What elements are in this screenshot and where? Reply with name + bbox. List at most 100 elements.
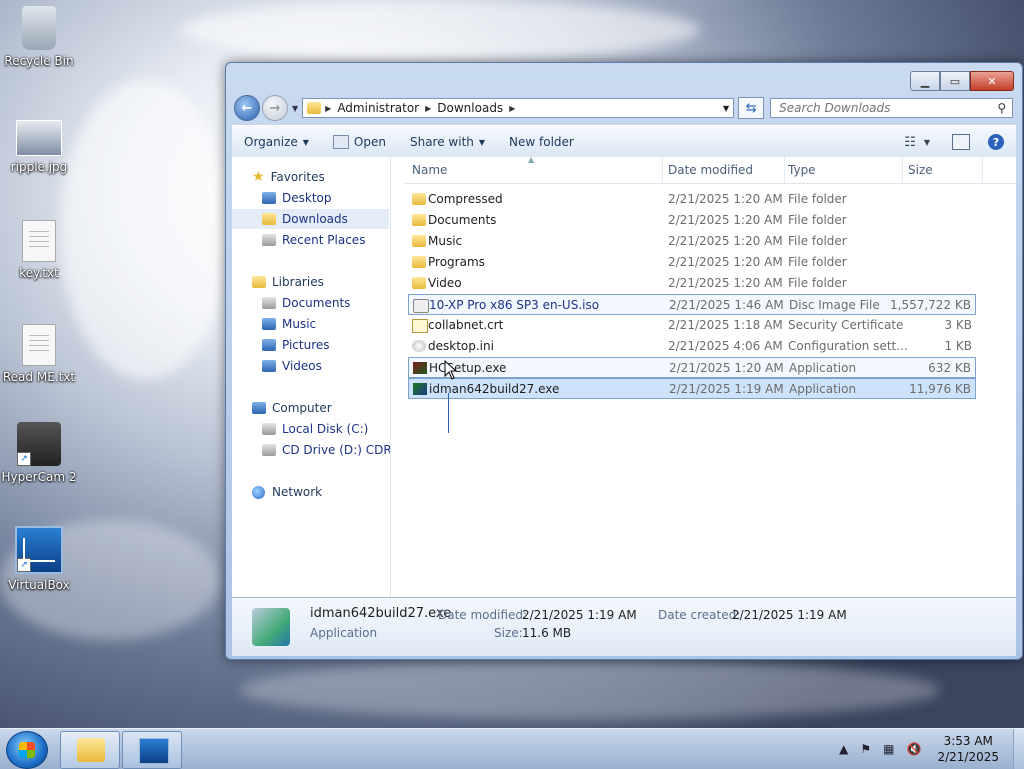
nav-cd-drive[interactable]: CD Drive (D:) CDROM (262, 440, 391, 460)
details-date-created: 2/21/2025 1:19 AM (732, 608, 847, 622)
nav-desktop[interactable]: Desktop (262, 188, 332, 208)
file-name: Compressed (428, 192, 503, 206)
breadcrumb-downloads[interactable]: Downloads (437, 101, 503, 115)
maximize-icon: ▭ (949, 74, 961, 88)
show-hidden-icons-icon[interactable]: ▲ (839, 742, 848, 756)
refresh-button[interactable]: ⇆ (738, 97, 765, 119)
file-date: 2/21/2025 1:18 AM (668, 318, 783, 332)
file-row-focused[interactable]: 10-XP Pro x86 SP3 en-US.iso 2/21/2025 1:… (408, 294, 976, 315)
hard-drive-icon (262, 423, 276, 435)
file-type: Disc Image File (789, 298, 880, 312)
nav-recent-places[interactable]: Recent Places (262, 230, 365, 250)
show-desktop-button[interactable] (1013, 729, 1024, 769)
nav-network[interactable]: Network (252, 482, 322, 502)
close-button[interactable]: ✕ (970, 71, 1014, 91)
file-row-selected[interactable]: idman642build27.exe 2/21/2025 1:19 AM Ap… (408, 378, 976, 399)
chevron-down-icon[interactable]: ▼ (924, 138, 930, 147)
nav-label: Downloads (282, 212, 348, 226)
taskbar-virtualbox-button[interactable] (122, 731, 182, 769)
desktop-icon-ripple[interactable]: ripple.jpg (0, 120, 78, 174)
breadcrumb-separator[interactable]: ▶ (425, 104, 431, 113)
forward-button[interactable]: → (262, 95, 288, 121)
nav-local-disk[interactable]: Local Disk (C:) (262, 419, 368, 439)
close-icon: ✕ (987, 74, 997, 88)
file-row[interactable]: Programs 2/21/2025 1:20 AM File folder (408, 252, 976, 273)
file-row[interactable]: Documents 2/21/2025 1:20 AM File folder (408, 210, 976, 231)
back-button[interactable]: ← (234, 95, 260, 121)
network-status-icon[interactable]: ▦ (883, 742, 894, 756)
minimize-button[interactable]: ▁ (910, 71, 940, 91)
file-row[interactable]: Video 2/21/2025 1:20 AM File folder (408, 273, 976, 294)
recycle-bin-icon (22, 6, 56, 50)
installer-icon (252, 608, 290, 646)
desktop-icon-recycle-bin[interactable]: Recycle Bin (0, 6, 78, 68)
column-divider[interactable] (784, 157, 785, 183)
nav-documents[interactable]: Documents (262, 293, 350, 313)
nav-label: Computer (272, 401, 332, 415)
file-row[interactable]: collabnet.crt 2/21/2025 1:18 AM Security… (408, 315, 976, 336)
chevron-down-icon: ▼ (302, 137, 309, 147)
nav-pictures[interactable]: Pictures (262, 335, 330, 355)
maximize-button[interactable]: ▭ (940, 71, 970, 91)
nav-label: CD Drive (D:) CDROM (282, 443, 391, 457)
breadcrumb-separator[interactable]: ▶ (509, 104, 515, 113)
nav-downloads[interactable]: Downloads (232, 209, 389, 229)
desktop-icon-hypercam[interactable]: ↗ HyperCam 2 (0, 422, 78, 484)
recent-pages-dropdown[interactable]: ▼ (292, 104, 298, 113)
desktop-icon-readme-txt[interactable]: Read ME.txt (0, 324, 78, 384)
nav-music[interactable]: Music (262, 314, 316, 334)
file-date: 2/21/2025 1:20 AM (668, 276, 783, 290)
share-with-button[interactable]: Share with ▼ (398, 126, 497, 158)
hypercam-icon: ↗ (17, 422, 61, 466)
action-center-flag-icon[interactable]: ⚑ (860, 742, 871, 756)
column-divider[interactable] (982, 157, 983, 183)
start-button[interactable] (6, 731, 48, 769)
column-size[interactable]: Size (908, 163, 933, 177)
file-date: 2/21/2025 1:20 AM (668, 234, 783, 248)
desktop-icon-key-txt[interactable]: key.txt (0, 220, 78, 280)
system-tray: ▲ ⚑ ▦ 🔇 3:53 AM 2/21/2025 (833, 729, 1024, 769)
folder-icon (77, 738, 105, 762)
file-row[interactable]: Compressed 2/21/2025 1:20 AM File folder (408, 189, 976, 210)
clock[interactable]: 3:53 AM 2/21/2025 (937, 733, 999, 765)
column-headers: ▲ Name Date modified Type Size (404, 155, 1016, 184)
column-type[interactable]: Type (788, 163, 816, 177)
nav-computer[interactable]: Computer (252, 398, 332, 418)
file-row[interactable]: Music 2/21/2025 1:20 AM File folder (408, 231, 976, 252)
change-view-icon[interactable]: ☷ (904, 135, 916, 150)
volume-muted-icon[interactable]: 🔇 (907, 742, 922, 756)
address-bar[interactable]: ▶ Administrator ▶ Downloads ▶ ▼ (302, 98, 735, 118)
search-input[interactable] (777, 100, 982, 116)
file-row-hovered[interactable]: HCSetup.exe 2/21/2025 1:20 AM Applicatio… (408, 357, 976, 378)
breadcrumb-separator[interactable]: ▶ (325, 104, 331, 113)
preview-pane-icon[interactable] (952, 134, 970, 150)
nav-videos[interactable]: Videos (262, 356, 322, 376)
nav-favorites[interactable]: ★ Favorites (252, 167, 325, 187)
new-folder-button[interactable]: New folder (497, 126, 586, 158)
column-date-modified[interactable]: Date modified (668, 163, 753, 177)
nav-libraries[interactable]: Libraries (252, 272, 324, 292)
column-divider[interactable] (662, 157, 663, 183)
address-dropdown-icon[interactable]: ▼ (723, 104, 729, 113)
file-size: 3 KB (944, 318, 972, 332)
column-divider[interactable] (902, 157, 903, 183)
desktop-icon-label: Recycle Bin (4, 54, 74, 68)
details-file-name: idman642build27.exe (310, 606, 452, 621)
column-name[interactable]: Name (412, 163, 447, 177)
file-row[interactable]: desktop.ini 2/21/2025 4:06 AM Configurat… (408, 336, 976, 357)
forward-arrow-icon: → (269, 100, 281, 116)
folder-icon (412, 256, 426, 268)
folder-icon (412, 277, 426, 289)
file-date: 2/21/2025 4:06 AM (668, 339, 783, 353)
nav-label: Videos (282, 359, 322, 373)
refresh-icon: ⇆ (745, 100, 757, 116)
organize-button[interactable]: Organize ▼ (232, 126, 321, 158)
breadcrumb-administrator[interactable]: Administrator (337, 101, 419, 115)
search-box[interactable]: ⚲ (770, 98, 1014, 118)
file-type: Configuration sett... (788, 339, 908, 353)
help-icon[interactable]: ? (988, 134, 1004, 150)
taskbar-explorer-button[interactable] (60, 731, 120, 769)
desktop-icon-virtualbox[interactable]: ↗ VirtualBox (0, 526, 78, 592)
nav-label: Local Disk (C:) (282, 422, 369, 436)
open-button[interactable]: Open (321, 126, 398, 158)
